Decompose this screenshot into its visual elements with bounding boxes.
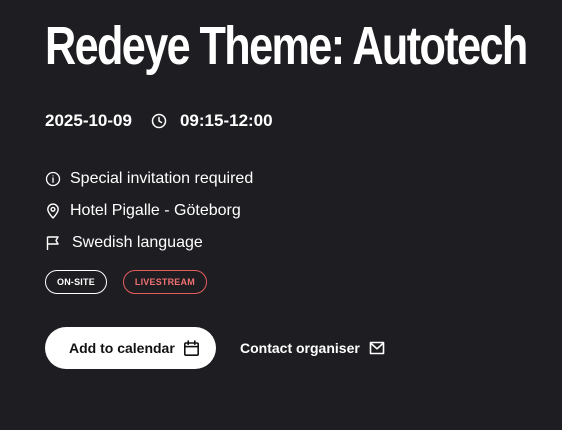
invitation-info: Special invitation required (45, 168, 253, 190)
onsite-tag: ON-SITE (45, 270, 107, 294)
location-pin-icon (45, 203, 61, 219)
event-title: Redeye Theme: Autotech (45, 16, 528, 76)
language-text: Swedish language (72, 234, 203, 251)
info-icon (45, 171, 61, 187)
add-to-calendar-button[interactable]: Add to calendar (45, 327, 216, 369)
contact-organiser-link[interactable]: Contact organiser (240, 337, 385, 359)
flag-icon (45, 235, 61, 251)
calendar-icon (183, 339, 200, 357)
language-info: Swedish language (45, 232, 203, 254)
event-time: 09:15-12:00 (179, 111, 273, 130)
contact-organiser-label: Contact organiser (240, 340, 360, 356)
mail-icon (369, 341, 385, 355)
location-text: Hotel Pigalle - Göteborg (70, 202, 241, 219)
clock-icon (151, 113, 167, 129)
event-date: 2025-10-09 (45, 111, 132, 130)
livestream-tag: LIVESTREAM (122, 270, 207, 294)
event-tags: ON-SITE LIVESTREAM (45, 270, 207, 294)
event-card: Redeye Theme: Autotech 2025-10-09 09:15-… (0, 0, 562, 430)
add-to-calendar-label: Add to calendar (69, 340, 175, 356)
invitation-text: Special invitation required (70, 170, 254, 187)
location-info: Hotel Pigalle - Göteborg (45, 200, 241, 222)
event-datetime: 2025-10-09 09:15-12:00 (45, 110, 273, 132)
